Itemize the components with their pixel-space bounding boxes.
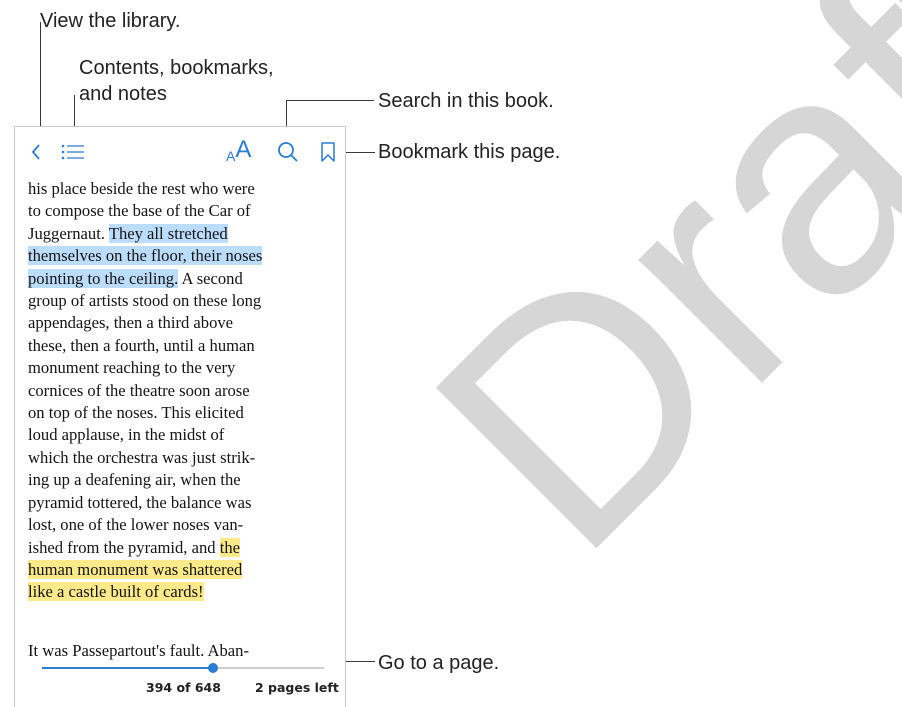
page-scrubber[interactable] [42, 663, 324, 673]
yellow-highlight[interactable]: the [219, 537, 240, 557]
text-line: cornices of the theatre soon arose [28, 380, 250, 400]
text-segment: Juggernaut. [28, 223, 109, 243]
text-line: which the orchestra was just strik- [28, 447, 256, 467]
blue-highlight[interactable]: They all stretched [108, 223, 228, 243]
text-line: ished from the pyramid, and the [28, 537, 333, 559]
back-to-library-button[interactable] [30, 142, 46, 162]
callout-bookmark: Bookmark this page. [378, 141, 561, 163]
text-line-paragraph-2: It was Passepartout's fault. Aban- [28, 641, 249, 660]
blue-highlight[interactable]: pointing to the ceiling. [28, 268, 179, 288]
text-line: human monument was shattered [28, 559, 333, 581]
callout-goto-page: Go to a page. [378, 652, 500, 674]
scrubber-progress [42, 667, 214, 669]
text-line: themselves on the floor, their noses [28, 245, 333, 267]
blue-highlight[interactable]: themselves on the floor, their noses [28, 246, 263, 266]
book-text: his place beside the rest who were to co… [28, 178, 333, 604]
contents-button[interactable] [60, 142, 86, 162]
text-segment: ished from the pyramid, and [28, 537, 220, 557]
text-line: these, then a fourth, until a human [28, 335, 255, 355]
callout-line-library [40, 22, 41, 134]
text-size-small-label: A [226, 148, 236, 164]
text-size-large-label: A [235, 136, 252, 163]
text-line: Juggernaut. They all stretched [28, 223, 333, 245]
text-line: to compose the base of the Car of [28, 201, 251, 221]
text-line: pyramid tottered, the balance was [28, 492, 252, 512]
text-line: on top of the noses. This elicited [28, 403, 244, 423]
search-button[interactable] [276, 140, 300, 164]
text-segment: A second [178, 268, 243, 288]
text-line: pointing to the ceiling. A second [28, 268, 333, 290]
text-line: his place beside the rest who were [28, 179, 255, 198]
text-line: ing up a deafening air, when the [28, 470, 241, 490]
bookmark-button[interactable] [320, 141, 338, 163]
text-size-button[interactable]: AA [226, 136, 260, 166]
text-line: like a castle built of cards! [28, 581, 333, 603]
current-page-indicator: 394 of 648 [146, 680, 221, 695]
text-line: loud applause, in the midst of [28, 425, 225, 445]
callout-view-library: View the library. [40, 10, 181, 32]
callout-line-search-horizontal [286, 100, 374, 101]
text-line: group of artists stood on these long [28, 291, 262, 311]
yellow-highlight[interactable]: human monument was shattered [28, 559, 243, 579]
callout-contents-line1: Contents, bookmarks, [79, 57, 274, 79]
callout-contents-line2: and notes [79, 83, 167, 105]
chevron-left-icon [31, 144, 40, 160]
yellow-highlight[interactable]: like a castle built of cards! [28, 582, 204, 602]
search-icon [278, 142, 298, 162]
text-line: lost, one of the lower noses van- [28, 515, 244, 535]
list-icon [61, 144, 84, 160]
pages-left-indicator: 2 pages left [255, 680, 339, 695]
text-line: monument reaching to the very [28, 358, 236, 378]
text-line: appendages, then a third above [28, 313, 234, 333]
callout-search: Search in this book. [378, 90, 554, 112]
bookmark-icon [321, 142, 335, 162]
